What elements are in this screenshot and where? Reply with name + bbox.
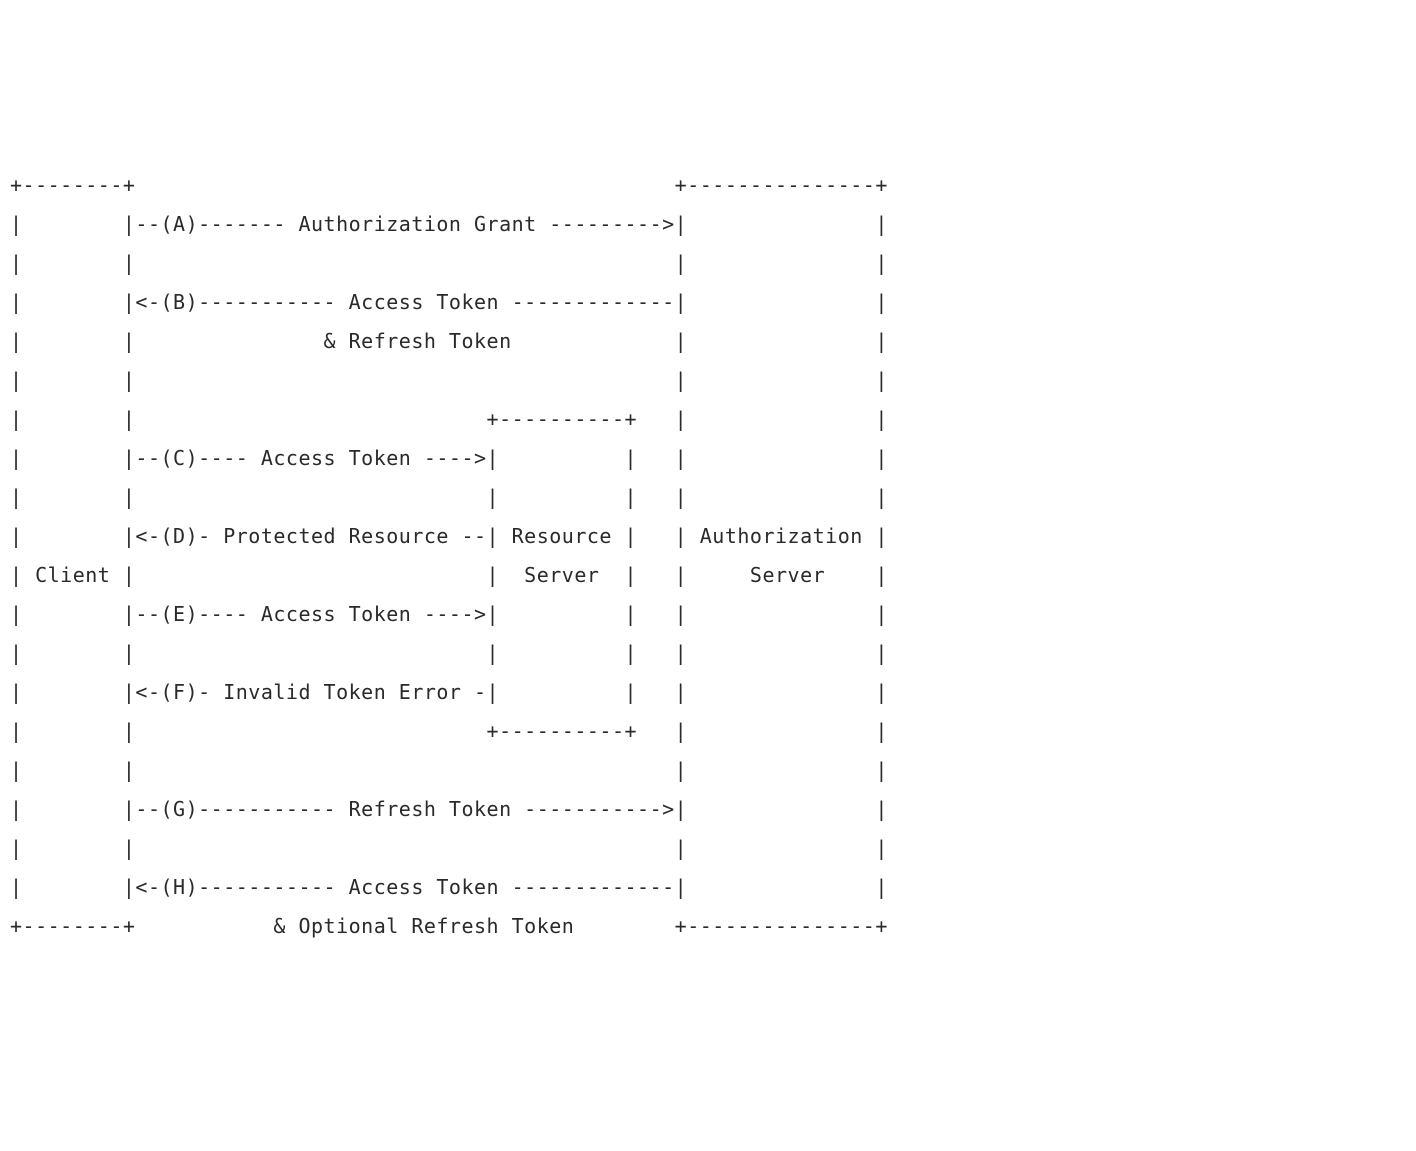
oauth-refresh-token-ascii-diagram: +--------+ +---------------+ | |--(A)---… <box>10 166 1406 946</box>
